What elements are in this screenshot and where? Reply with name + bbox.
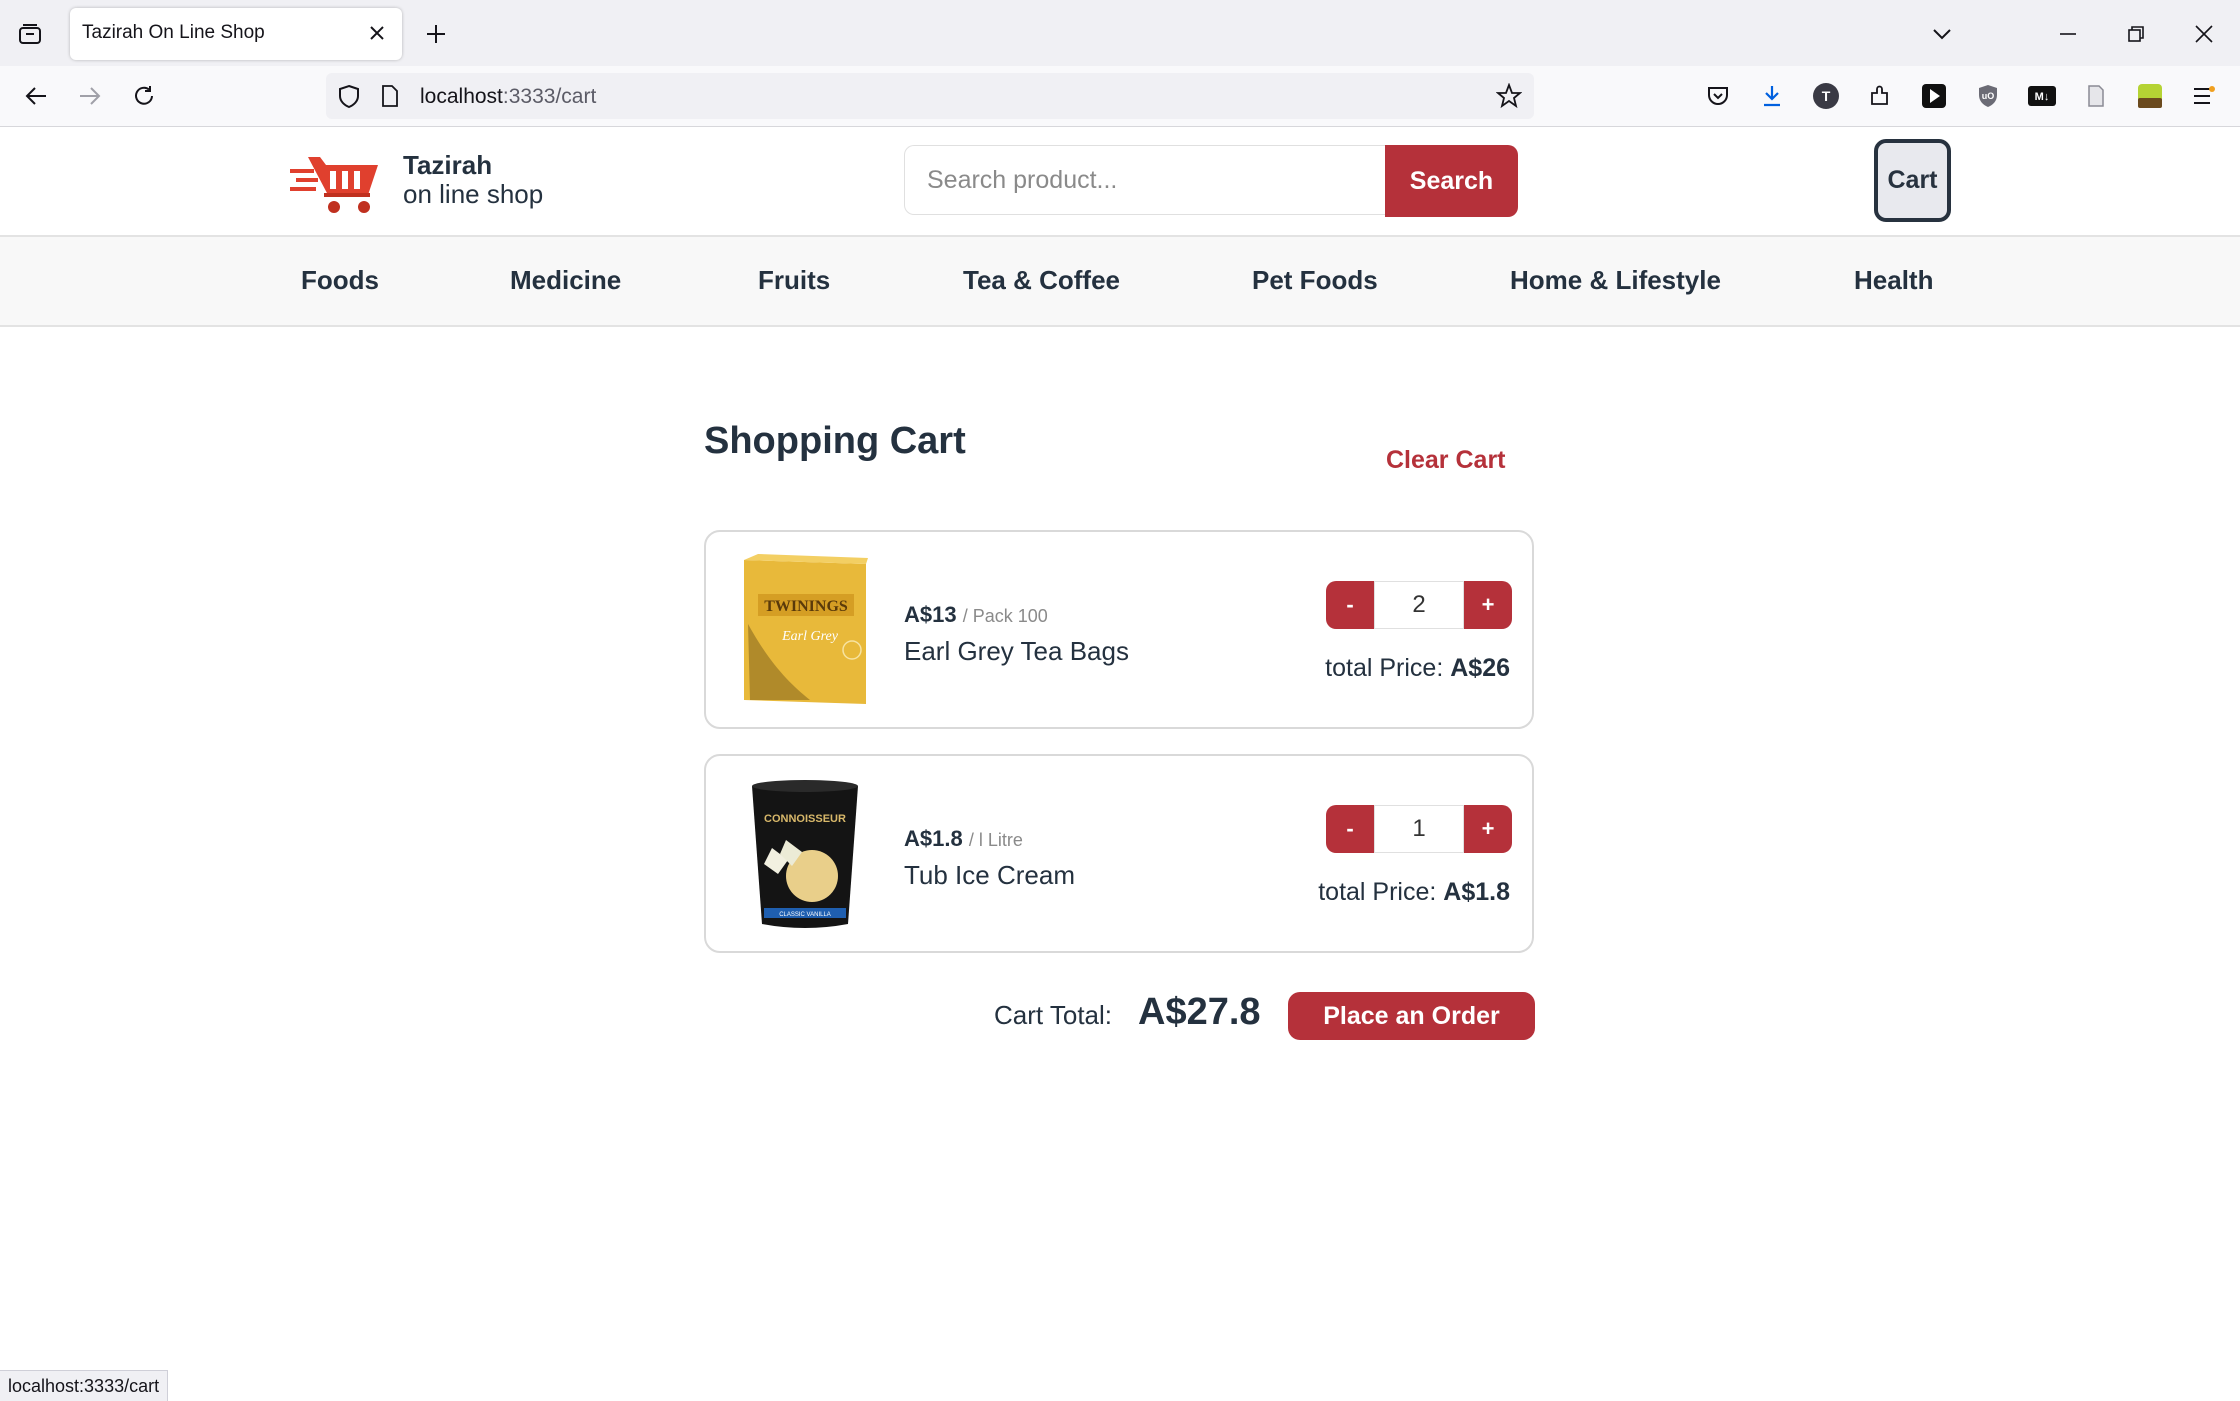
address-bar[interactable]: localhost:3333/cart [326,73,1534,119]
ice-cream-flavor-text: CLASSIC VANILLA [779,912,831,918]
tea-brand-text: TWININGS [764,598,848,615]
account-icon[interactable]: T [1810,80,1842,112]
quantity-field[interactable] [1374,581,1464,629]
price-value: A$13 [904,602,957,627]
category-health[interactable]: Health [1854,265,1933,296]
sprout-extension-icon[interactable] [2134,80,2166,112]
total-price-value: A$26 [1450,654,1510,682]
increase-quantity-button[interactable]: + [1464,805,1512,853]
category-pet-foods[interactable]: Pet Foods [1252,265,1378,296]
close-window-icon[interactable] [2186,16,2222,52]
item-unit-price: A$1.8 / l Litre [904,826,1023,852]
brand-name[interactable]: Tazirah [403,150,492,181]
category-tea-coffee[interactable]: Tea & Coffee [963,265,1120,296]
cart-item: TWININGS Earl Grey A$13 / Pack 100 Earl … [704,530,1534,729]
total-price-label: total Price: [1318,878,1437,906]
play-extension-icon[interactable] [1918,80,1950,112]
category-nav: Foods Medicine Fruits Tea & Coffee Pet F… [0,237,2240,327]
decrease-quantity-button[interactable]: - [1326,805,1374,853]
item-total-price: total Price: A$26 [1325,654,1510,683]
browser-toolbar: localhost:3333/cart T uO M↓ [0,66,2240,127]
item-unit-price: A$13 / Pack 100 [904,602,1048,628]
earl-grey-tea-image: TWININGS Earl Grey [744,554,868,704]
total-price-label: total Price: [1325,654,1444,682]
new-tab-icon[interactable] [420,18,452,50]
category-foods[interactable]: Foods [301,265,379,296]
url-host: localhost [420,85,503,108]
ublock-icon[interactable]: uO [1972,80,2004,112]
back-icon[interactable] [16,76,56,116]
downloads-icon[interactable] [1756,80,1788,112]
restore-icon[interactable] [2118,16,2154,52]
list-all-tabs-icon[interactable] [1924,16,1960,52]
tab-title: Tazirah On Line Shop [82,22,265,43]
pocket-icon[interactable] [1702,80,1734,112]
category-home-lifestyle[interactable]: Home & Lifestyle [1510,265,1721,296]
ice-cream-brand-text: CONNOISSEUR [764,813,846,825]
category-medicine[interactable]: Medicine [510,265,621,296]
browser-tab-bar: Tazirah On Line Shop [0,0,2240,66]
decrease-quantity-button[interactable]: - [1326,581,1374,629]
quantity-field[interactable] [1374,805,1464,853]
forward-icon[interactable] [70,76,110,116]
minimize-icon[interactable] [2050,16,2086,52]
shopping-cart-logo-icon[interactable] [288,153,380,215]
tab-overview-icon[interactable] [14,18,46,50]
price-value: A$1.8 [904,826,963,851]
svg-text:uO: uO [1982,91,1995,101]
place-order-button[interactable]: Place an Order [1288,992,1535,1040]
item-total-price: total Price: A$1.8 [1318,878,1510,907]
extensions-icon[interactable] [1864,80,1896,112]
page-title: Shopping Cart [704,420,966,462]
url-path: :3333/cart [502,85,597,108]
item-name[interactable]: Earl Grey Tea Bags [904,636,1129,667]
url-text[interactable]: localhost:3333/cart [420,85,596,109]
svg-text:T: T [1822,88,1831,104]
site-header: Tazirah on line shop Search Cart [0,127,2240,237]
browser-tab[interactable]: Tazirah On Line Shop [70,8,402,60]
reload-icon[interactable] [124,76,164,116]
total-price-value: A$1.8 [1443,878,1510,906]
cart-total-value: A$27.8 [1138,991,1261,1033]
cart-total-label: Cart Total: [994,1000,1113,1030]
svg-text:M↓: M↓ [2035,91,2050,103]
category-fruits[interactable]: Fruits [758,265,830,296]
search-button[interactable]: Search [1385,145,1518,217]
page-icon [380,84,400,113]
price-unit: / l Litre [968,830,1023,850]
cart-button[interactable]: Cart [1874,139,1951,222]
brand-tagline: on line shop [403,179,544,209]
price-unit: / Pack 100 [962,606,1048,626]
tea-flavor-text: Earl Grey [781,629,839,644]
clear-cart-button[interactable]: Clear Cart [1386,446,1506,475]
status-bar-url: localhost:3333/cart [0,1370,169,1401]
bookmark-star-icon[interactable] [1495,82,1523,114]
increase-quantity-button[interactable]: + [1464,581,1512,629]
menu-icon[interactable] [2188,80,2220,112]
reader-icon[interactable] [2080,80,2112,112]
close-icon[interactable] [364,20,390,46]
cart-item: CONNOISSEUR CLASSIC VANILLA A$1.8 / l Li… [704,754,1534,953]
ice-cream-tub-image: CONNOISSEUR CLASSIC VANILLA [752,780,858,928]
item-name[interactable]: Tub Ice Cream [904,860,1075,891]
search-input[interactable] [904,145,1386,215]
shield-icon[interactable] [336,83,362,114]
markdown-icon[interactable]: M↓ [2026,80,2058,112]
